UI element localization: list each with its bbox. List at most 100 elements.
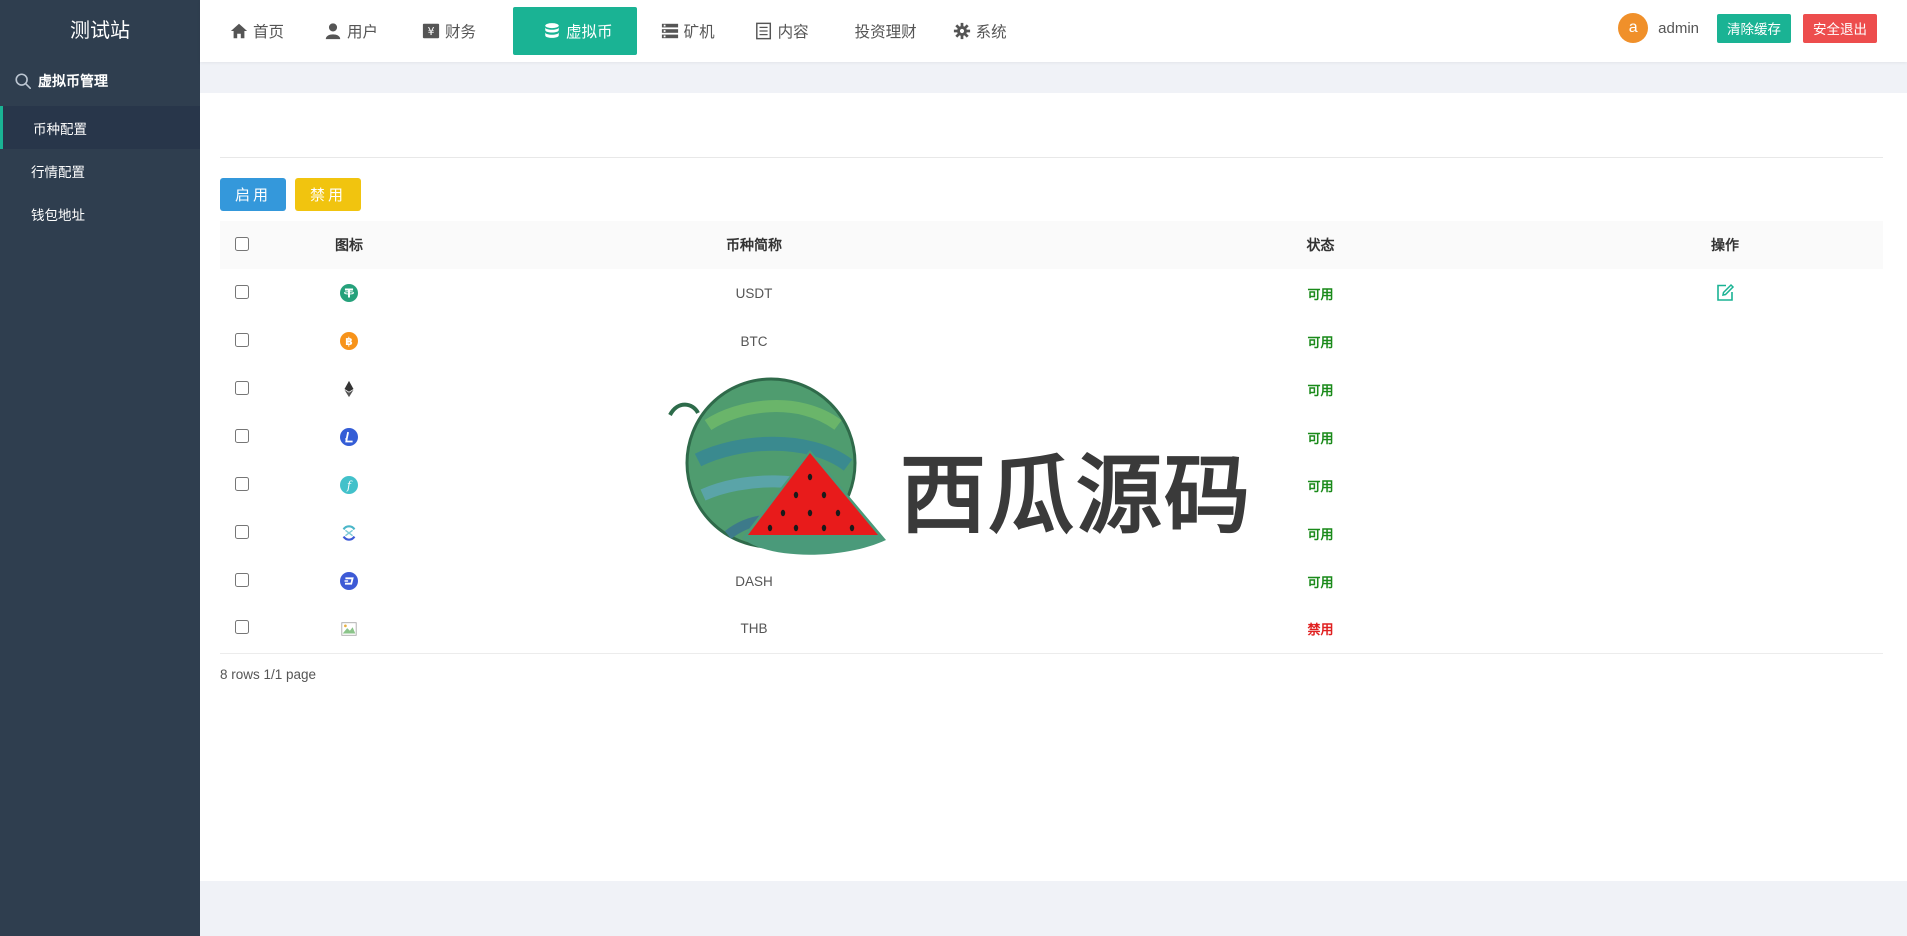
row-select xyxy=(220,317,264,365)
username[interactable]: admin xyxy=(1658,20,1699,37)
row-icon: ฿ xyxy=(264,317,434,365)
row-status: 可用 xyxy=(1074,269,1567,317)
logout-button[interactable]: 安全退出 xyxy=(1803,13,1877,43)
row-operation xyxy=(1567,365,1883,413)
search-icon xyxy=(15,73,32,90)
nav-finance[interactable]: ¥ 财务 xyxy=(422,7,476,55)
row-select xyxy=(220,413,264,461)
row-operation xyxy=(1567,413,1883,461)
sidebar-item-market-config[interactable]: 行情配置 xyxy=(0,149,200,192)
status-badge: 可用 xyxy=(1307,574,1334,590)
row-checkbox[interactable] xyxy=(235,380,249,395)
row-status: 可用 xyxy=(1074,317,1567,365)
sidebar-item-wallet-address[interactable]: 钱包地址 xyxy=(0,192,200,235)
nav-label: 矿机 xyxy=(683,24,715,41)
row-operation xyxy=(1567,605,1883,654)
nav-label: 虚拟币 xyxy=(566,24,613,41)
row-select xyxy=(220,605,264,654)
row-checkbox[interactable] xyxy=(235,476,249,491)
sidebar-item-label: 币种配置 xyxy=(33,121,87,137)
gear-icon xyxy=(953,22,970,40)
status-badge: 可用 xyxy=(1307,478,1334,494)
watermark: 西瓜源码 xyxy=(668,365,1250,565)
nav-investment[interactable]: 投资理财 xyxy=(855,7,917,55)
row-name: THB xyxy=(434,605,1074,654)
nav-system[interactable]: 系统 xyxy=(953,7,1007,55)
row-name: BTC xyxy=(740,333,768,349)
row-checkbox[interactable] xyxy=(235,428,249,443)
finance-icon: ¥ xyxy=(422,23,440,39)
row-checkbox[interactable] xyxy=(235,284,249,299)
row-select xyxy=(220,557,264,605)
nav-label: 财务 xyxy=(445,24,477,41)
row-checkbox[interactable] xyxy=(235,620,249,635)
sidebar-item-coin-config[interactable]: 币种配置 xyxy=(0,106,200,149)
svg-text:¥: ¥ xyxy=(428,25,435,38)
sidebar: 测试站 虚拟币管理 币种配置 行情配置 钱包地址 xyxy=(0,0,200,936)
row-icon: f xyxy=(264,461,434,509)
nav-user[interactable]: 用户 xyxy=(324,7,378,55)
edit-icon[interactable] xyxy=(1715,283,1735,303)
row-operation xyxy=(1567,509,1883,557)
disable-button[interactable]: 禁用 xyxy=(295,178,362,211)
status-badge: 可用 xyxy=(1307,430,1334,446)
status-badge: 禁用 xyxy=(1307,622,1334,638)
nav-content[interactable]: 内容 xyxy=(755,7,809,55)
nav-label: 用户 xyxy=(347,24,379,41)
row-icon xyxy=(264,413,434,461)
nav-crypto[interactable]: 虚拟币 xyxy=(513,7,637,55)
brand-title: 测试站 xyxy=(70,17,130,42)
fil-icon: f xyxy=(340,476,358,494)
row-status: 禁用 xyxy=(1074,605,1567,654)
header-select-all xyxy=(220,221,264,269)
top-nav: 首页 用户 ¥ 财务 虚拟币 矿机 内容 投资理财 系统 xyxy=(200,0,1007,62)
row-icon xyxy=(264,509,434,557)
select-all-checkbox[interactable] xyxy=(235,236,249,251)
nav-label: 投资理财 xyxy=(854,24,917,41)
xrp-icon xyxy=(342,525,356,541)
watermelon-logo xyxy=(668,377,886,555)
nav-miner[interactable]: 矿机 xyxy=(661,7,715,55)
user-icon xyxy=(325,23,341,40)
row-operation xyxy=(1567,557,1883,605)
nav-home[interactable]: 首页 xyxy=(230,7,284,55)
status-badge: 可用 xyxy=(1307,334,1334,350)
header-status: 状态 xyxy=(1306,237,1335,253)
row-select xyxy=(220,509,264,557)
broken-image-icon xyxy=(341,622,357,636)
database-icon xyxy=(545,23,559,38)
divider xyxy=(220,157,1883,158)
pagination-info: 8 rows 1/1 page xyxy=(220,667,317,682)
enable-button[interactable]: 启用 xyxy=(220,178,287,211)
user-area: a admin 清除缓存 安全退出 xyxy=(1618,0,1877,56)
btc-icon: ฿ xyxy=(340,332,358,350)
dash-icon xyxy=(340,572,358,590)
status-badge: 可用 xyxy=(1307,286,1334,302)
row-checkbox[interactable] xyxy=(235,572,249,587)
clear-cache-button[interactable]: 清除缓存 xyxy=(1717,13,1791,43)
table-row: THB 禁用 xyxy=(220,605,1883,654)
nav-label: 首页 xyxy=(253,24,285,41)
row-checkbox[interactable] xyxy=(235,524,249,539)
svg-text:฿: ฿ xyxy=(345,335,353,348)
watermark-text: 西瓜源码 xyxy=(900,446,1252,546)
sidebar-section-crypto[interactable]: 虚拟币管理 xyxy=(0,56,200,106)
document-icon xyxy=(755,22,771,40)
sidebar-item-label: 钱包地址 xyxy=(31,207,85,223)
top-bar: 首页 用户 ¥ 财务 虚拟币 矿机 内容 投资理财 系统 a admin 清除缓… xyxy=(200,0,1907,62)
avatar[interactable]: a xyxy=(1618,13,1649,43)
server-icon xyxy=(661,23,678,39)
row-select xyxy=(220,461,264,509)
nav-label: 内容 xyxy=(777,24,809,41)
row-operation xyxy=(1567,317,1883,365)
row-checkbox[interactable] xyxy=(235,332,249,347)
row-icon xyxy=(264,557,434,605)
row-operation xyxy=(1567,461,1883,509)
header-name: 币种简称 xyxy=(726,237,782,253)
row-icon xyxy=(264,365,434,413)
table-header-row: 图标 币种简称 状态 操作 xyxy=(220,221,1883,269)
sidebar-item-label: 行情配置 xyxy=(31,164,85,180)
eth-icon xyxy=(344,380,354,398)
status-badge: 可用 xyxy=(1307,382,1334,398)
action-toolbar: 启用 禁用 xyxy=(220,178,370,211)
